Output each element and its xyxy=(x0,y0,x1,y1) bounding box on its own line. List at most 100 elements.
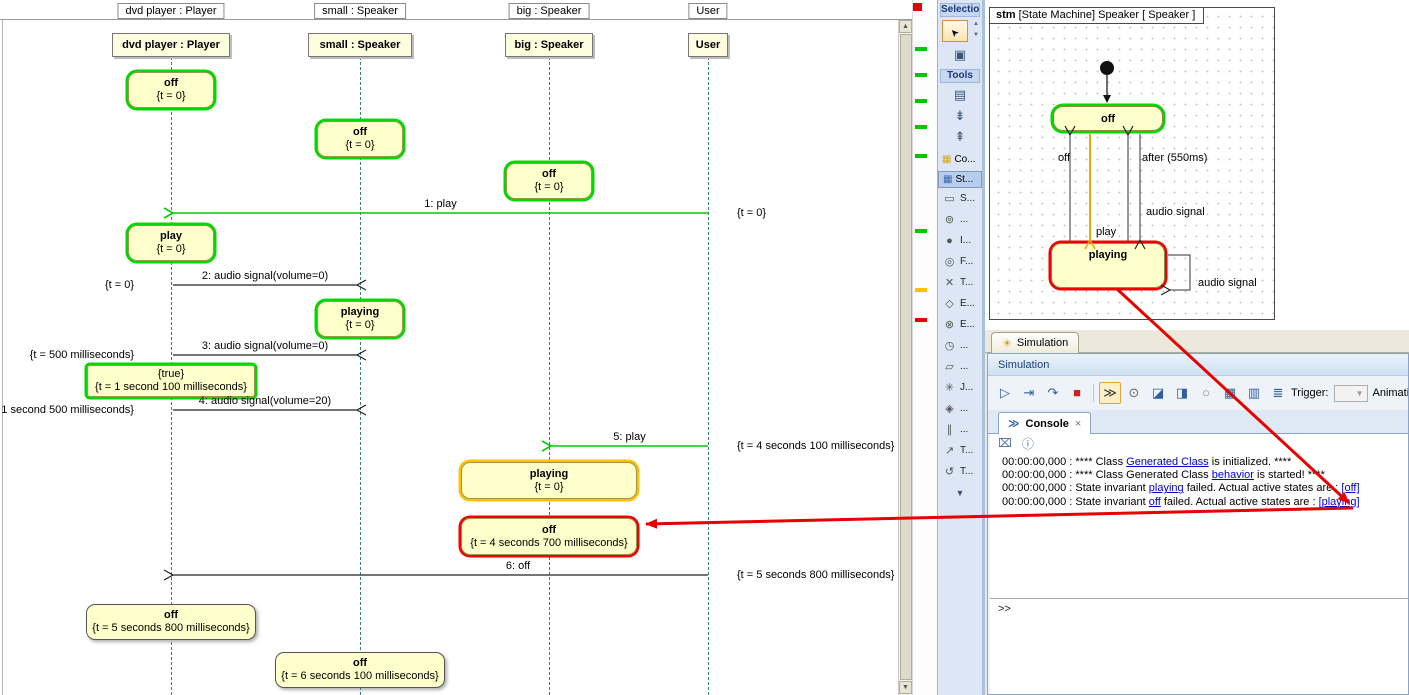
console-button[interactable]: ≫ xyxy=(1099,382,1121,404)
scroll-down-button[interactable]: ▼ xyxy=(899,681,912,694)
palette-item[interactable]: ✕T... xyxy=(938,272,982,293)
expand-tool-icon[interactable]: ⇟ xyxy=(938,106,982,127)
console-output[interactable]: ⌧ ⓘ 00:00:00,000 : **** Class Generated … xyxy=(990,434,1408,694)
selection-cursor-tool[interactable]: ➤ xyxy=(942,20,968,42)
transition-label[interactable]: off xyxy=(1058,152,1070,164)
scroll-marker[interactable] xyxy=(915,318,927,322)
palette-item[interactable]: ⊗E... xyxy=(938,314,982,335)
scrollbar-thumb[interactable] xyxy=(900,34,912,680)
vertical-scrollbar[interactable]: ▲ ▼ xyxy=(898,20,912,695)
palette-scroll-down-arrow[interactable]: ▼ xyxy=(938,488,982,498)
trigger-dropdown[interactable]: ▼ xyxy=(1334,385,1368,402)
console-link[interactable]: playing xyxy=(1149,482,1184,494)
state-invariant[interactable]: off{t = 0} xyxy=(128,72,214,108)
transition-label[interactable]: audio signal xyxy=(1146,206,1205,218)
scroll-marker[interactable] xyxy=(915,229,927,233)
tab-console[interactable]: ≫ Console × xyxy=(998,412,1091,434)
state-invariant[interactable]: off{t = 5 seconds 800 milliseconds} xyxy=(86,604,256,640)
breakpoints-button[interactable]: ◪ xyxy=(1147,382,1169,404)
state-invariant[interactable]: play{t = 0} xyxy=(128,225,214,261)
clear-all-button[interactable]: ▥ xyxy=(1243,382,1265,404)
variables-button[interactable]: ◨ xyxy=(1171,382,1193,404)
palette-item[interactable]: ●I... xyxy=(938,230,982,251)
state-off[interactable]: off xyxy=(1053,106,1163,131)
console-text: 00:00:00,000 : **** Class xyxy=(1002,456,1126,468)
message-label[interactable]: 5: play xyxy=(613,431,645,443)
palette-item[interactable]: ↗T... xyxy=(938,440,982,461)
palette-item[interactable]: ↺T... xyxy=(938,461,982,482)
palette-scroll-up-icon[interactable]: ▲ xyxy=(972,21,980,27)
scroll-marker[interactable] xyxy=(915,47,927,51)
stop-button[interactable]: ■ xyxy=(1066,382,1088,404)
options-button[interactable]: ⊙ xyxy=(1123,382,1145,404)
scroll-marker[interactable] xyxy=(915,288,927,292)
palette-group[interactable]: ▦St... xyxy=(938,171,982,188)
swimlane-tool-icon[interactable]: ⇞ xyxy=(938,127,982,148)
step-over-button[interactable]: ↷ xyxy=(1042,382,1064,404)
palette-item[interactable]: ⊚... xyxy=(938,209,982,230)
state-invariant[interactable]: {true}{t = 1 second 100 milliseconds} xyxy=(87,365,255,397)
lifeline-header-label[interactable]: dvd player : Player xyxy=(117,3,224,19)
palette-scroll-down-icon[interactable]: ▼ xyxy=(972,32,980,38)
state-invariant[interactable]: off{t = 0} xyxy=(317,121,403,157)
clear-console-icon[interactable]: ⌧ xyxy=(998,436,1012,450)
sticky-tool[interactable]: ▣ xyxy=(938,45,982,66)
state-invariant[interactable]: off{t = 6 seconds 100 milliseconds} xyxy=(275,652,445,688)
validation-alert-square[interactable] xyxy=(913,3,922,11)
transition-label[interactable]: after (550ms) xyxy=(1142,152,1207,164)
cursor-icon: ➤ xyxy=(945,22,965,42)
transition-label[interactable]: audio signal xyxy=(1198,277,1257,289)
console-link[interactable]: [off] xyxy=(1341,482,1359,494)
scroll-marker[interactable] xyxy=(915,99,927,103)
close-icon[interactable]: × xyxy=(1075,418,1081,430)
export-button[interactable]: ≣ xyxy=(1267,382,1289,404)
scroll-up-button[interactable]: ▲ xyxy=(899,20,912,33)
palette-item[interactable]: ◇E... xyxy=(938,293,982,314)
message-label[interactable]: 1: play xyxy=(424,198,456,210)
state-invariant[interactable]: playing{t = 0} xyxy=(461,462,637,499)
transition-label[interactable]: play xyxy=(1096,226,1116,238)
console-link[interactable]: off xyxy=(1149,496,1161,508)
state-invariant[interactable]: off{t = 4 seconds 700 milliseconds} xyxy=(461,518,637,555)
palette-items: ▭S...⊚...●I...◎F...✕T...◇E...⊗E...◷...▱.… xyxy=(938,188,982,482)
palette-item[interactable]: ◎F... xyxy=(938,251,982,272)
step-into-button[interactable]: ⇥ xyxy=(1018,382,1040,404)
palette-item[interactable]: ✳J... xyxy=(938,377,982,398)
lifeline-head[interactable]: User xyxy=(688,33,728,57)
lifeline-header-label[interactable]: small : Speaker xyxy=(314,3,406,19)
palette-item[interactable]: ◈... xyxy=(938,398,982,419)
lifeline-head[interactable]: dvd player : Player xyxy=(112,33,230,57)
message-label[interactable]: 3: audio signal(volume=0) xyxy=(202,340,328,352)
palette-item[interactable]: ▭S... xyxy=(938,188,982,209)
lifeline-head[interactable]: small : Speaker xyxy=(308,33,412,57)
initial-state-node[interactable] xyxy=(1100,61,1114,75)
tab-simulation[interactable]: ☀ Simulation xyxy=(991,332,1079,353)
message-label[interactable]: 4: audio signal(volume=20) xyxy=(199,395,331,407)
palette-group[interactable]: ▦Co... xyxy=(938,151,982,168)
console-link[interactable]: behavior xyxy=(1212,469,1254,481)
scroll-marker[interactable] xyxy=(915,73,927,77)
lifeline-header-label[interactable]: big : Speaker xyxy=(509,3,590,19)
palette-item[interactable]: ∥... xyxy=(938,419,982,440)
lifeline-header-label[interactable]: User xyxy=(688,3,727,19)
state-invariant[interactable]: off{t = 0} xyxy=(506,163,592,199)
message-label[interactable]: 6: off xyxy=(506,560,530,572)
run-button[interactable]: ▷ xyxy=(994,382,1016,404)
stamp-tool-icon[interactable]: ▤ xyxy=(938,85,982,106)
state-machine-diagram-panel[interactable]: stm [State Machine] Speaker [ Speaker ] … xyxy=(985,0,1409,330)
sequence-diagram-panel[interactable]: dvd player : Player small : Speaker big : … xyxy=(0,0,912,695)
console-link[interactable]: [playing] xyxy=(1319,496,1360,508)
state-invariant[interactable]: playing{t = 0} xyxy=(317,301,403,337)
state-playing[interactable]: playing xyxy=(1051,243,1165,288)
lifeline-head[interactable]: big : Speaker xyxy=(505,33,593,57)
message-label[interactable]: 2: audio signal(volume=0) xyxy=(202,270,328,282)
scroll-marker[interactable] xyxy=(915,154,927,158)
palette-item[interactable]: ◷... xyxy=(938,335,982,356)
palette-item[interactable]: ▱... xyxy=(938,356,982,377)
scroll-marker[interactable] xyxy=(915,125,927,129)
info-filter-icon[interactable]: ⓘ xyxy=(1022,435,1034,452)
record-button[interactable]: ○ xyxy=(1195,382,1217,404)
console-input[interactable]: >> xyxy=(990,598,1408,694)
console-link[interactable]: Generated Class xyxy=(1126,456,1209,468)
sessions-button[interactable]: ▦ xyxy=(1219,382,1241,404)
